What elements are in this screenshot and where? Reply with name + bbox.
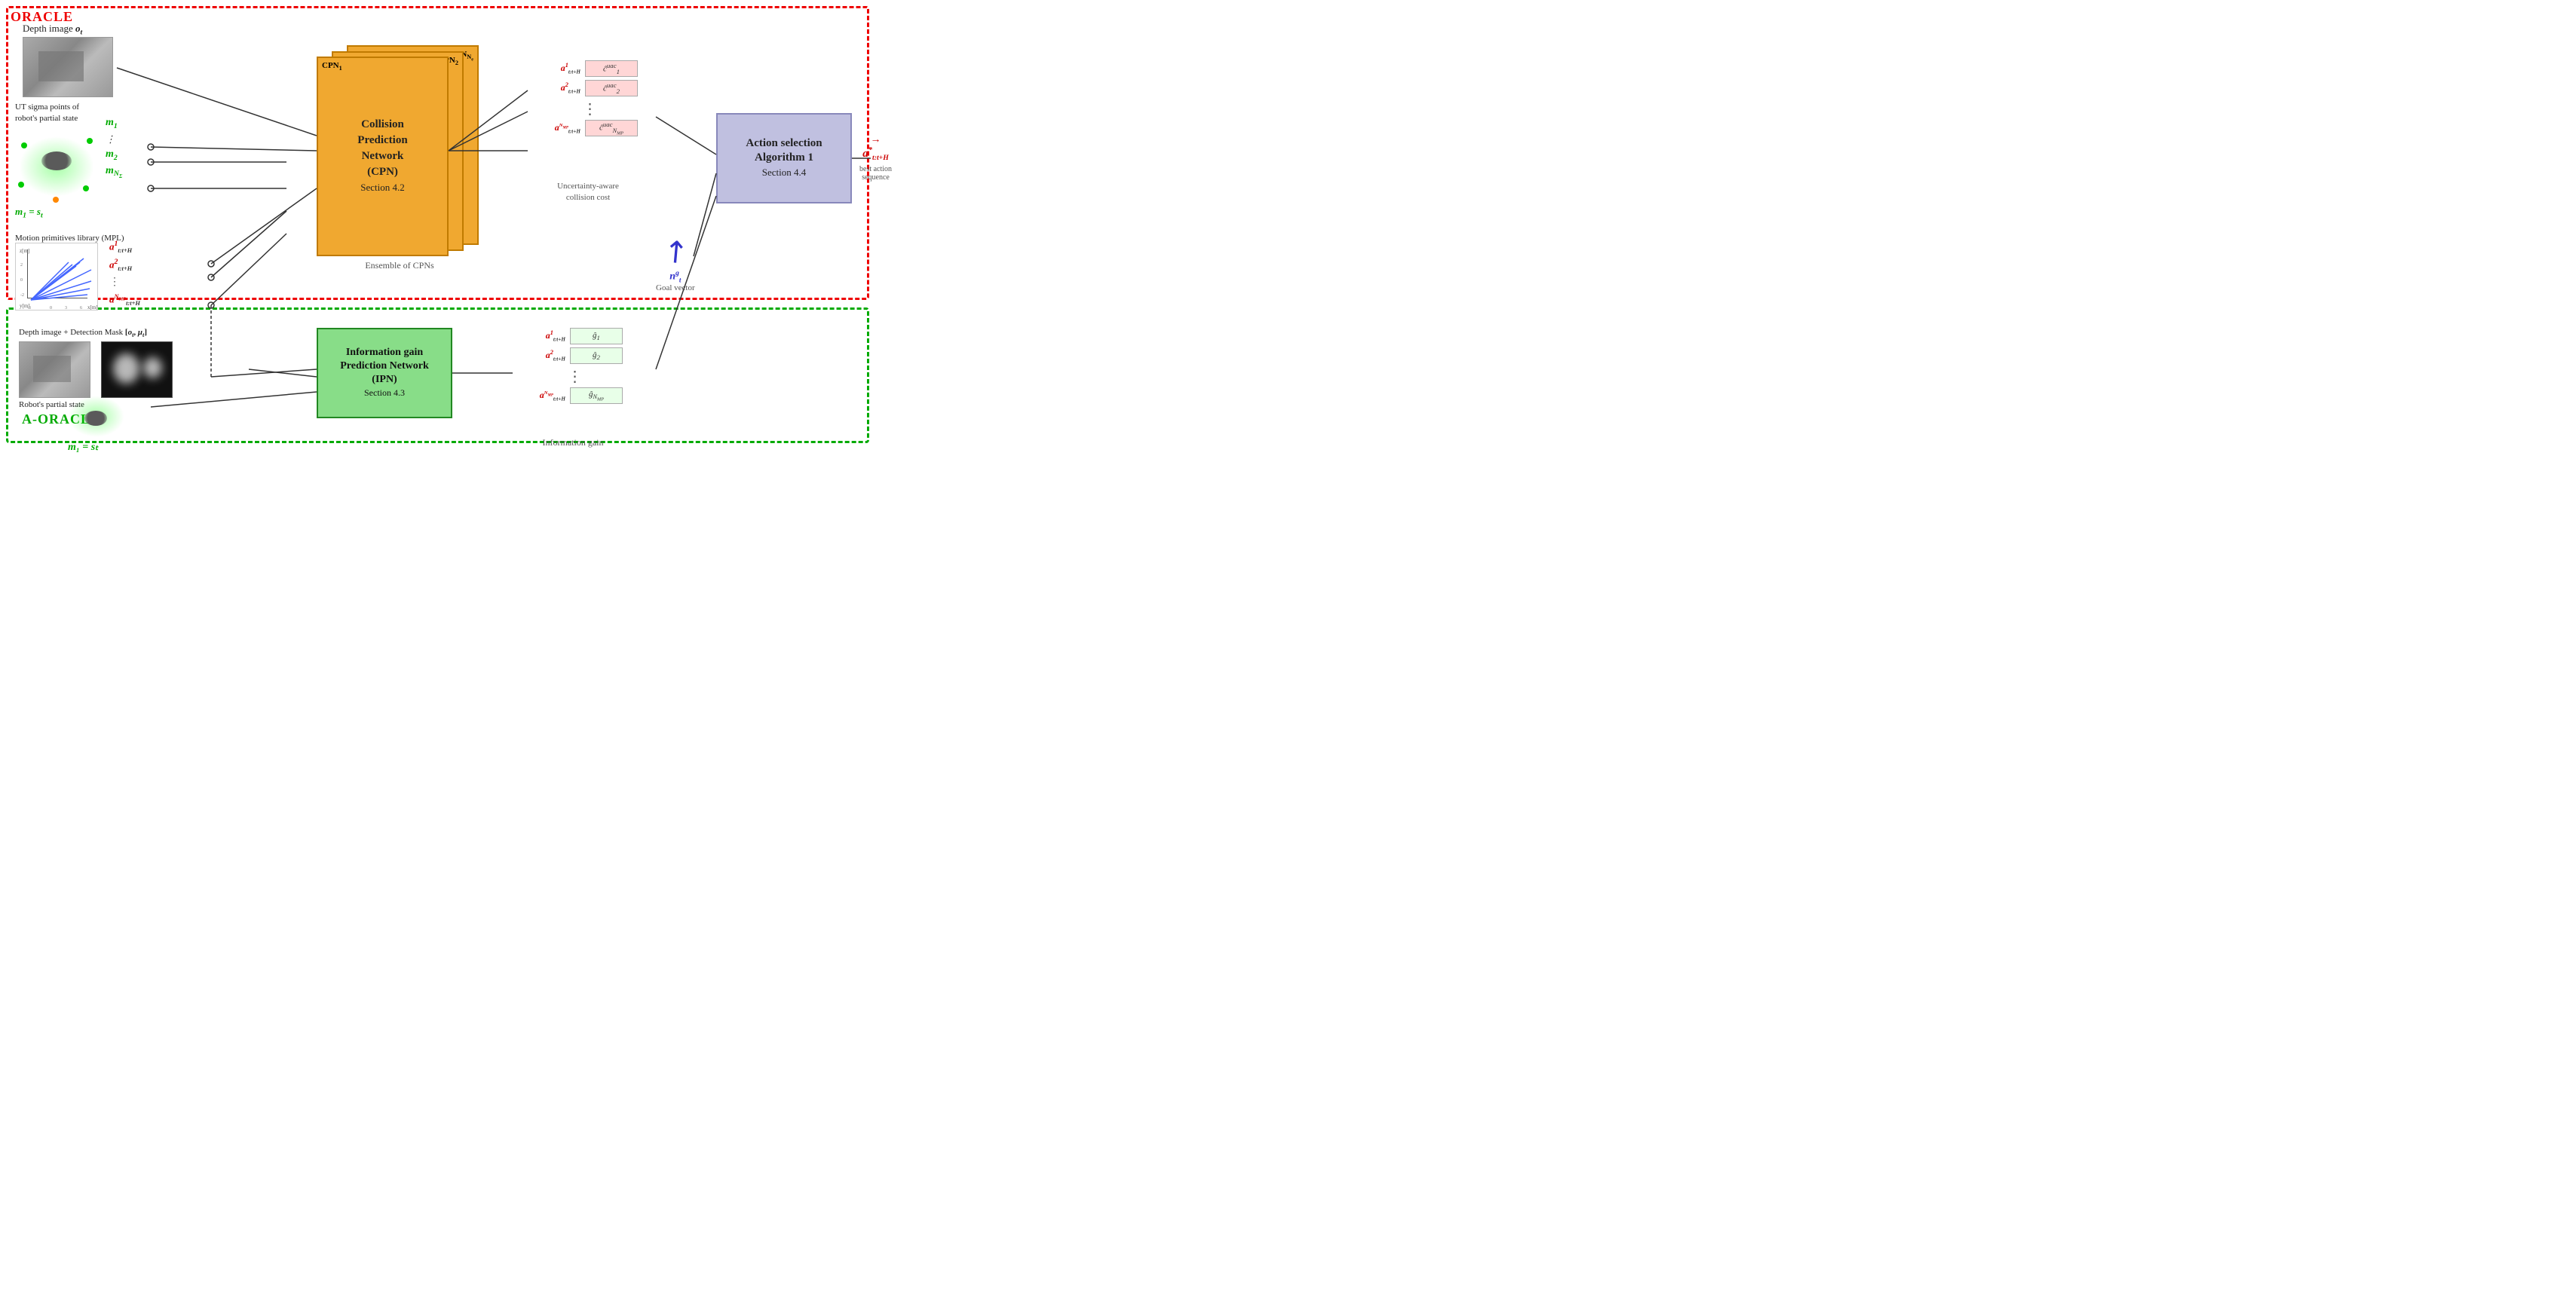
sigma-vars: m1 ⋮ m2 mNΣ: [106, 117, 122, 179]
drone-bottom-body: [84, 411, 107, 426]
drone-image: [15, 129, 98, 204]
best-action-var: a*t:t+H: [862, 146, 889, 162]
sigma-label: UT sigma points of robot's partial state: [15, 102, 98, 125]
gain-action-N: aNMPt:t+H: [513, 390, 565, 402]
sigma-mN: mNΣ: [106, 165, 122, 180]
mpl-svg: z[m] y[m] x[m] 2 0 -2 -3 0 3 6: [16, 243, 98, 310]
sigma-section: UT sigma points of robot's partial state…: [15, 102, 98, 219]
cpn-main: CPN1 CollisionPredictionNetwork(CPN) Sec…: [317, 57, 449, 256]
mpl-actions: a1t:t+H a2t:t+H ⋮ aNMPt:t+H: [109, 240, 140, 307]
depth-image-section: Depth image ot: [23, 23, 113, 97]
svg-text:0: 0: [50, 306, 52, 310]
goal-section: ↗ ngt Goal vector: [656, 234, 695, 292]
main-container: ORACLE A-ORACLE Depth image ot UT sigma …: [0, 0, 905, 452]
depth-image: [23, 37, 113, 97]
collision-boxes: a1t:t+H ĉuac1 a2t:t+H ĉuac2 ⋮ aNMPt:t+H …: [528, 60, 652, 139]
cpn-ensemble-label: Ensemble of CPNs: [317, 260, 482, 271]
ot-variable: ot: [75, 23, 82, 34]
cpn-label-1: CPN1: [322, 61, 342, 72]
collision-row-2: a2t:t+H ĉuac2: [528, 80, 652, 96]
mpl-action-N: aNMPt:t+H: [109, 292, 140, 307]
sigma-m2: m2: [106, 148, 122, 162]
m1-st-bottom: m₁ = sₜ: [68, 441, 128, 454]
drone-dot-2: [87, 138, 93, 144]
collision-action-1: a1t:t+H: [528, 62, 580, 75]
mpl-action-1: a1t:t+H: [109, 240, 140, 254]
sigma-dots: ⋮: [106, 133, 122, 145]
gain-val-2: ĝ2: [570, 347, 623, 364]
goal-arrow: ↗: [654, 230, 697, 274]
gain-val-N: ĝNMP: [570, 387, 623, 404]
mpl-section: Motion primitives library (MPL) z[m] y[m…: [15, 234, 124, 310]
drone-dot-center: [53, 197, 59, 203]
collision-val-N: ĉuacNMP: [585, 120, 638, 136]
mpl-dots: ⋮: [109, 276, 140, 289]
best-action-label: best actionsequence: [859, 165, 892, 182]
action-sel-title: Action selection Algorithm 1 Section 4.4: [746, 136, 822, 181]
collision-val-2: ĉuac2: [585, 80, 638, 96]
best-action-arrow: →: [871, 134, 881, 146]
drone-bottom: m₁ = sₜ: [68, 392, 128, 454]
gain-action-2: a2t:t+H: [513, 349, 565, 362]
mpl-chart: z[m] y[m] x[m] 2 0 -2 -3 0 3 6: [15, 243, 98, 310]
cpn-title: CollisionPredictionNetwork(CPN) Section …: [357, 117, 407, 196]
mpl-action-2: a2t:t+H: [109, 258, 140, 272]
best-action-section: → a*t:t+H best actionsequence: [859, 134, 892, 182]
drone-bottom-img: [68, 396, 128, 441]
collision-row-N: aNMPt:t+H ĉuacNMP: [528, 120, 652, 136]
ipn-title: Information gainPrediction Network(IPN) …: [340, 346, 429, 401]
depth-bottom-label: Depth image + Detection Mask [ot, μt]: [19, 328, 179, 338]
gain-boxes: a1t:t+H ĝ1 a2t:t+H ĝ2 ⋮ aNMPt:t+H ĝNMP: [513, 328, 637, 407]
depth-images-row: [19, 341, 179, 398]
action-selection-box: Action selection Algorithm 1 Section 4.4: [716, 113, 852, 203]
depth-image-label: Depth image ot: [23, 23, 113, 37]
gain-row-1: a1t:t+H ĝ1: [513, 328, 637, 344]
svg-text:6: 6: [80, 306, 82, 310]
mpl-label: Motion primitives library (MPL): [15, 234, 124, 243]
gain-action-1: a1t:t+H: [513, 329, 565, 342]
svg-text:x[m]: x[m]: [87, 304, 98, 310]
collision-action-2: a2t:t+H: [528, 81, 580, 94]
gain-dots: ⋮: [513, 367, 637, 386]
drone-dot-3: [18, 182, 24, 188]
goal-label: Goal vector: [656, 283, 695, 292]
collision-val-1: ĉuac1: [585, 60, 638, 77]
ipn-box: Information gainPrediction Network(IPN) …: [317, 328, 452, 418]
collision-row-1: a1t:t+H ĉuac1: [528, 60, 652, 77]
depth-image-inner: [38, 51, 84, 81]
collision-dots: ⋮: [528, 99, 652, 118]
drone-dot-4: [83, 185, 89, 191]
collision-label: Uncertainty-aware collision cost: [520, 181, 656, 204]
gain-label: Information gain: [513, 437, 633, 448]
drone-dot-1: [21, 142, 27, 148]
sigma-m1: m1: [106, 117, 122, 130]
depth-img-bottom-gray: [19, 341, 90, 398]
gain-row-2: a2t:t+H ĝ2: [513, 347, 637, 364]
cpn-box: CPNNe CPN2 ⋯ CPN1 CollisionPredictionNet…: [317, 45, 467, 264]
svg-text:-3: -3: [27, 306, 31, 310]
svg-text:z[m]: z[m]: [20, 248, 29, 254]
collision-action-N: aNMPt:t+H: [528, 122, 580, 134]
svg-text:2: 2: [20, 263, 23, 268]
gain-val-1: ĝ1: [570, 328, 623, 344]
drone-body: [41, 151, 72, 170]
m1-st-label: m1 = st: [15, 206, 98, 220]
svg-text:3: 3: [65, 306, 67, 310]
svg-text:0: 0: [20, 278, 23, 283]
gain-row-N: aNMPt:t+H ĝNMP: [513, 387, 637, 404]
svg-text:-2: -2: [20, 293, 24, 298]
depth-img-bottom-dark: [101, 341, 173, 398]
